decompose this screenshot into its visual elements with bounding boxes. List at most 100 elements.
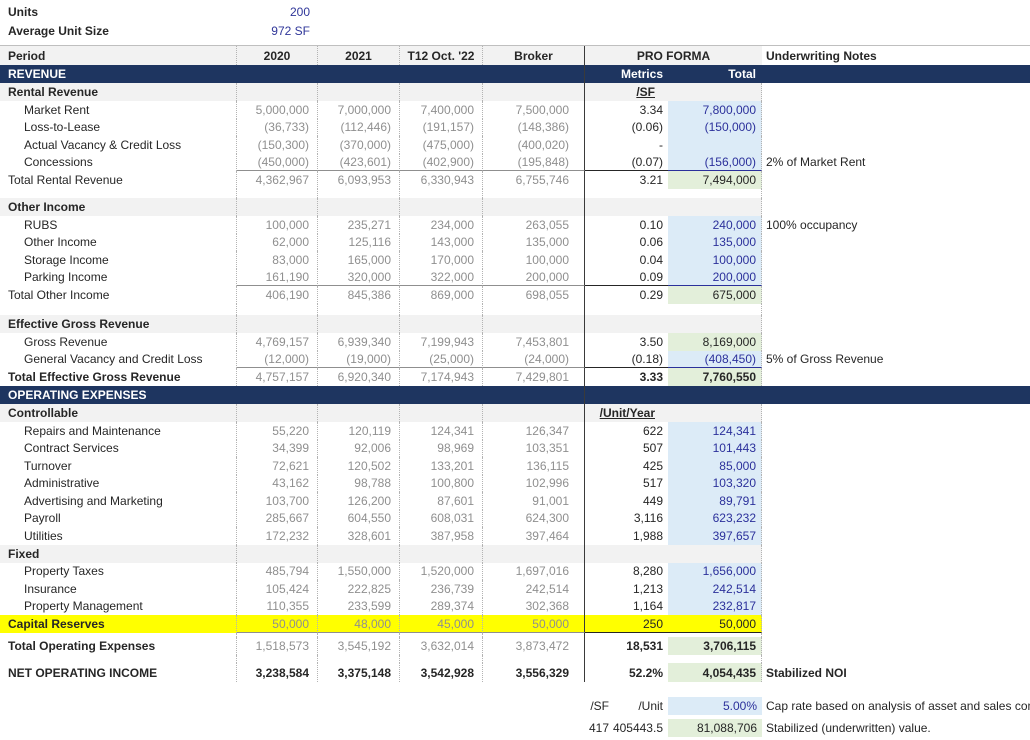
cell-2020[interactable]: 100,000 — [237, 216, 318, 234]
cell-metric[interactable]: 0.10 — [585, 216, 668, 234]
cell-broker[interactable] — [483, 404, 585, 422]
cell-2021[interactable]: 3,545,192 — [318, 637, 400, 655]
cell-broker[interactable]: 242,514 — [483, 580, 585, 598]
row-label[interactable]: Controllable — [0, 404, 237, 422]
cell-total[interactable]: (156,000) — [668, 153, 762, 171]
cell-2021[interactable]: (423,601) — [318, 153, 400, 171]
cell-total[interactable]: 101,443 — [668, 439, 762, 457]
cell-metric[interactable]: 18,531 — [585, 637, 668, 655]
cell-metric[interactable]: 1,213 — [585, 580, 668, 598]
cell-broker[interactable]: 102,996 — [483, 474, 585, 492]
cell-total-header[interactable] — [668, 386, 762, 404]
cell-2020[interactable] — [237, 544, 318, 563]
cell-broker[interactable]: 1,697,016 — [483, 562, 585, 580]
cell-2021[interactable]: 1,550,000 — [318, 562, 400, 580]
cell-broker[interactable] — [483, 386, 585, 404]
stabilized-value[interactable]: 81,088,706 — [668, 719, 762, 737]
cell-2020[interactable]: 485,794 — [237, 562, 318, 580]
cell-total[interactable] — [668, 544, 762, 563]
cell-total[interactable]: 103,320 — [668, 474, 762, 492]
cell-broker[interactable]: (24,000) — [483, 350, 585, 368]
period-header[interactable]: Period — [0, 46, 237, 65]
cell-broker[interactable] — [483, 198, 585, 216]
cell-total[interactable]: 675,000 — [668, 286, 762, 304]
cell-2021[interactable] — [318, 315, 400, 333]
units-value[interactable]: 200 — [237, 2, 318, 21]
cell-total[interactable]: 623,232 — [668, 509, 762, 527]
cell-2020[interactable] — [237, 65, 318, 83]
cell-total[interactable] — [668, 655, 762, 663]
cell-2021[interactable]: 320,000 — [318, 268, 400, 286]
cell-2020[interactable] — [237, 655, 318, 663]
col-notes-header[interactable]: Underwriting Notes — [762, 46, 1030, 65]
cell-total[interactable]: 100,000 — [668, 251, 762, 269]
cell-t12[interactable]: 133,201 — [400, 457, 483, 475]
cell-2021[interactable]: 235,271 — [318, 216, 400, 234]
cell-2020[interactable]: 1,518,573 — [237, 637, 318, 655]
cell-metric-unit-label[interactable]: /SF — [585, 83, 668, 101]
cell-2021[interactable]: (112,446) — [318, 118, 400, 136]
cell-t12[interactable]: (25,000) — [400, 350, 483, 368]
row-label[interactable]: Market Rent — [0, 101, 237, 119]
cell-2021[interactable] — [318, 189, 400, 198]
cell-2020[interactable]: 50,000 — [237, 615, 318, 633]
row-label[interactable]: Contract Services — [0, 439, 237, 457]
cell-broker[interactable] — [483, 65, 585, 83]
row-label[interactable]: Concessions — [0, 153, 237, 171]
cell-metric[interactable]: - — [585, 136, 668, 154]
cell-2020[interactable]: (150,300) — [237, 136, 318, 154]
cell-total[interactable]: 8,169,000 — [668, 333, 762, 351]
cell-2021[interactable]: 165,000 — [318, 251, 400, 269]
cell-metric[interactable]: 250 — [585, 615, 668, 633]
cell-2021[interactable]: 6,093,953 — [318, 171, 400, 189]
cell-t12[interactable] — [400, 315, 483, 333]
cell-metric[interactable]: 52.2% — [585, 663, 668, 682]
cell-metric[interactable]: 3.21 — [585, 171, 668, 189]
cell-2020[interactable]: 4,769,157 — [237, 333, 318, 351]
cell-broker[interactable]: 100,000 — [483, 251, 585, 269]
cell-2020[interactable]: (36,733) — [237, 118, 318, 136]
cell-t12[interactable]: 100,800 — [400, 474, 483, 492]
cell-t12[interactable]: 7,199,943 — [400, 333, 483, 351]
cell-2020[interactable] — [237, 198, 318, 216]
cell-2020[interactable]: 72,621 — [237, 457, 318, 475]
cell-t12[interactable] — [400, 198, 483, 216]
cell-t12[interactable] — [400, 655, 483, 663]
cell-2020[interactable]: 4,362,967 — [237, 171, 318, 189]
row-label[interactable]: Utilities — [0, 527, 237, 545]
row-label[interactable]: Loss-to-Lease — [0, 118, 237, 136]
psf-header[interactable]: /SF — [553, 697, 611, 715]
cell-2021[interactable]: 120,119 — [318, 422, 400, 440]
cell-metric[interactable]: 0.06 — [585, 234, 668, 252]
cell-metric[interactable] — [585, 545, 668, 563]
cell-t12[interactable]: 3,632,014 — [400, 637, 483, 655]
cell-metric[interactable]: 425 — [585, 457, 668, 475]
cell-broker[interactable]: (148,386) — [483, 118, 585, 136]
cell-metric[interactable]: 1,988 — [585, 527, 668, 545]
cell-2021[interactable] — [318, 198, 400, 216]
cell-total[interactable]: 232,817 — [668, 597, 762, 615]
avg-unit-size-label[interactable]: Average Unit Size — [0, 21, 237, 40]
row-label[interactable]: OPERATING EXPENSES — [0, 386, 237, 404]
cell-broker[interactable]: 7,429,801 — [483, 368, 585, 386]
cell-t12[interactable]: (191,157) — [400, 118, 483, 136]
cell-total[interactable]: (150,000) — [668, 118, 762, 136]
cell-t12[interactable]: 608,031 — [400, 509, 483, 527]
cell-metric[interactable]: 3.33 — [585, 368, 668, 386]
cell-broker[interactable] — [483, 304, 585, 315]
cell-t12[interactable] — [400, 544, 483, 563]
cell-metric[interactable]: (0.18) — [585, 351, 668, 368]
cell-broker[interactable]: 263,055 — [483, 216, 585, 234]
cell-t12[interactable]: (402,900) — [400, 153, 483, 171]
row-label[interactable]: Property Taxes — [0, 562, 237, 580]
cell-2021[interactable]: (370,000) — [318, 136, 400, 154]
cell-metric[interactable]: 622 — [585, 422, 668, 440]
cell-2021[interactable] — [318, 655, 400, 663]
cell-2021[interactable]: 7,000,000 — [318, 101, 400, 119]
cell-metric[interactable] — [585, 315, 668, 333]
cell-t12[interactable]: 236,739 — [400, 580, 483, 598]
cell-2020[interactable]: (12,000) — [237, 350, 318, 368]
cell-t12[interactable]: 7,400,000 — [400, 101, 483, 119]
cell-2021[interactable]: 233,599 — [318, 597, 400, 615]
cell-metrics-header[interactable] — [585, 386, 668, 404]
